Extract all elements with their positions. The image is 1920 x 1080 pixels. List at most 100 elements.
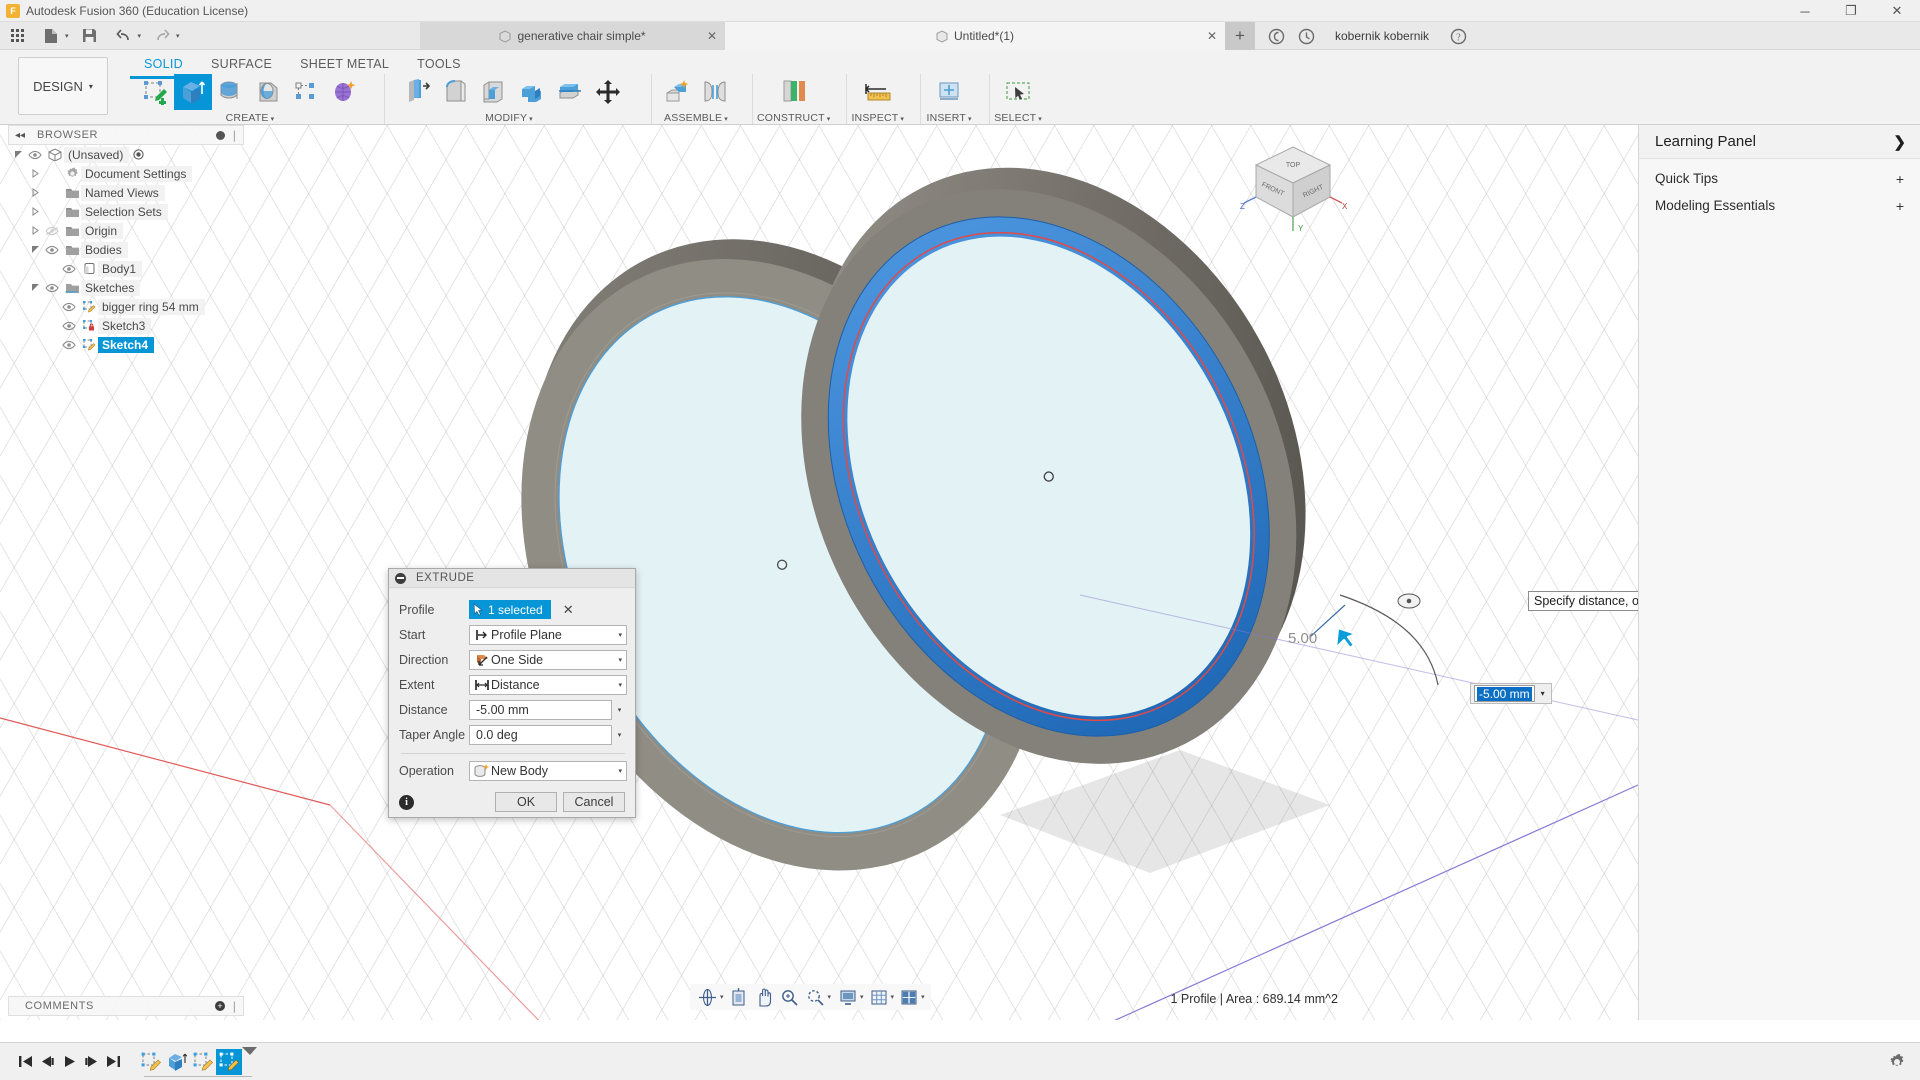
ribbon-group-label[interactable]: MODIFY ▾: [485, 112, 533, 124]
direction-dropdown[interactable]: One Side ▾: [469, 649, 627, 670]
zoom-window-icon[interactable]: [805, 984, 827, 1010]
taper-angle-input[interactable]: 0.0 deg: [469, 724, 612, 745]
extensions-icon[interactable]: [1261, 22, 1291, 50]
chevron-down-icon[interactable]: ▾: [618, 656, 622, 664]
user-name[interactable]: kobernik kobernik: [1321, 29, 1443, 43]
insert-mcmaster-icon[interactable]: [927, 74, 971, 110]
inline-distance-input[interactable]: -5.00 mm ▾: [1470, 683, 1552, 704]
grid-snap-icon[interactable]: [868, 984, 890, 1010]
orbit-icon[interactable]: [696, 984, 719, 1010]
rectangular-pattern-icon[interactable]: [288, 74, 326, 110]
grid-caret[interactable]: ▾: [891, 993, 895, 1001]
combine-icon[interactable]: [513, 74, 551, 110]
panel-grip[interactable]: ❘: [230, 1000, 239, 1013]
ribbon-group-label[interactable]: ASSEMBLE ▾: [664, 112, 728, 124]
move-copy-icon[interactable]: [589, 74, 627, 110]
collapse-triangle-icon[interactable]: [31, 188, 45, 197]
close-button[interactable]: ✕: [1874, 0, 1920, 22]
chevron-down-icon[interactable]: ▾: [618, 681, 622, 689]
select-icon[interactable]: [996, 74, 1040, 110]
browser-item-bigger-ring-54-mm[interactable]: bigger ring 54 mm: [8, 297, 244, 316]
expand-triangle-icon[interactable]: [31, 283, 45, 292]
sweep-icon[interactable]: [250, 74, 288, 110]
visibility-icon[interactable]: [28, 150, 46, 160]
chevron-down-icon[interactable]: ▾: [1535, 689, 1551, 698]
new-component-icon[interactable]: [658, 74, 696, 110]
chevron-down-icon[interactable]: ▾: [612, 706, 627, 714]
step-forward-icon[interactable]: [80, 1049, 102, 1075]
expand-triangle-icon[interactable]: [31, 245, 45, 254]
grid-icon[interactable]: [4, 23, 30, 49]
start-dropdown[interactable]: Profile Plane ▾: [469, 624, 627, 645]
create-sketch-icon[interactable]: [136, 74, 174, 110]
ribbon-group-label[interactable]: CREATE ▾: [226, 112, 275, 124]
3d-viewport[interactable]: 5.00 TOP FRONT RIGHT Y Z X ◂◂ BROWSER ❘ …: [0, 125, 1638, 1020]
maximize-button[interactable]: ❐: [1828, 0, 1874, 22]
form-icon[interactable]: [326, 74, 364, 110]
visibility-off-icon[interactable]: [45, 226, 63, 236]
expand-icon[interactable]: +: [1896, 171, 1904, 187]
profile-selection-button[interactable]: 1 selected: [469, 600, 551, 619]
chevron-down-icon[interactable]: ▾: [612, 731, 627, 739]
distance-input[interactable]: -5.00 mm: [469, 699, 612, 720]
extrude-dialog-header[interactable]: EXTRUDE: [389, 569, 635, 588]
timeline-settings-icon[interactable]: [1888, 1053, 1906, 1071]
go-to-beginning-icon[interactable]: [14, 1049, 36, 1075]
minimize-button[interactable]: ─: [1782, 0, 1828, 22]
visibility-icon[interactable]: [62, 321, 80, 331]
go-to-end-icon[interactable]: [102, 1049, 124, 1075]
ok-button[interactable]: OK: [495, 792, 557, 812]
ribbon-group-label[interactable]: INSERT ▾: [926, 112, 971, 124]
visibility-icon[interactable]: [62, 302, 80, 312]
timeline-feature-sketch-3-selected[interactable]: [216, 1048, 242, 1075]
browser-item-body1[interactable]: Body1: [8, 259, 244, 278]
redo-caret[interactable]: ▾: [176, 32, 180, 40]
info-icon[interactable]: i: [399, 794, 414, 810]
zoom-caret[interactable]: ▾: [828, 993, 832, 1001]
browser-item-document-settings[interactable]: Document Settings: [8, 164, 244, 183]
expand-icon[interactable]: +: [1896, 198, 1904, 214]
document-tab-generative-chair[interactable]: generative chair simple* ✕: [420, 22, 725, 50]
visibility-icon[interactable]: [45, 245, 63, 255]
workspace-switcher-button[interactable]: DESIGN ▾: [18, 57, 108, 115]
viewports-caret[interactable]: ▾: [921, 993, 925, 1001]
pan-icon[interactable]: [753, 984, 775, 1010]
shell-icon[interactable]: [475, 74, 513, 110]
drag-arrow-handle[interactable]: [1330, 620, 1364, 654]
view-cube[interactable]: TOP FRONT RIGHT Y Z X: [1238, 139, 1348, 234]
split-face-icon[interactable]: [551, 74, 589, 110]
ribbon-group-label[interactable]: CONSTRUCT ▾: [757, 112, 830, 124]
new-document-caret[interactable]: ▾: [65, 32, 69, 40]
job-status-icon[interactable]: [1291, 22, 1321, 50]
look-at-icon[interactable]: [728, 984, 749, 1010]
browser-item-selection-sets[interactable]: Selection Sets: [8, 202, 244, 221]
offset-plane-icon[interactable]: [772, 74, 816, 110]
ribbon-group-label[interactable]: SELECT ▾: [994, 112, 1042, 124]
timeline-feature-extrude[interactable]: [164, 1049, 190, 1075]
visibility-icon[interactable]: [62, 264, 80, 274]
ribbon-group-label[interactable]: INSPECT ▾: [851, 112, 904, 124]
clear-selection-icon[interactable]: ✕: [563, 602, 574, 618]
measure-icon[interactable]: [856, 74, 900, 110]
close-icon[interactable]: ✕: [707, 29, 717, 43]
new-document-icon[interactable]: [38, 23, 64, 49]
undo-caret[interactable]: ▾: [138, 32, 142, 40]
collapse-triangle-icon[interactable]: [31, 207, 45, 216]
undo-icon[interactable]: [111, 23, 137, 49]
browser-options-icon[interactable]: [216, 130, 225, 140]
fillet-icon[interactable]: [437, 74, 475, 110]
joint-icon[interactable]: [696, 74, 734, 110]
collapse-triangle-icon[interactable]: [31, 226, 45, 235]
collapse-dialog-icon[interactable]: [395, 572, 406, 584]
browser-item-sketch3[interactable]: Sketch3: [8, 316, 244, 335]
timeline-feature-sketch-1[interactable]: [138, 1049, 164, 1075]
expand-triangle-icon[interactable]: [14, 150, 28, 159]
browser-item-bodies[interactable]: Bodies: [8, 240, 244, 259]
step-back-icon[interactable]: [36, 1049, 58, 1075]
chevron-right-icon[interactable]: ❯: [1893, 133, 1906, 151]
visibility-icon[interactable]: [62, 340, 80, 350]
redo-icon[interactable]: [149, 23, 175, 49]
add-comment-icon[interactable]: +: [215, 1001, 225, 1011]
browser-item-unsaved[interactable]: (Unsaved): [8, 145, 244, 164]
browser-item-sketch4[interactable]: Sketch4: [8, 335, 244, 354]
